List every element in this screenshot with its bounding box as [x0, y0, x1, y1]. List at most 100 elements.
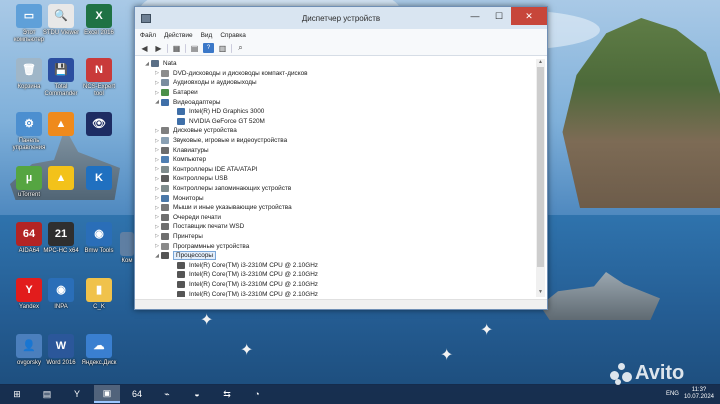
device-item[interactable]: NVIDIA GeForce GT 520M [143, 117, 533, 127]
expand-arrow-icon[interactable]: ▷ [153, 176, 161, 182]
seagull-icon: ✦ [200, 312, 214, 329]
scan-hardware-icon[interactable]: ⌕ [235, 43, 246, 53]
expand-arrow-icon[interactable]: ▷ [153, 147, 161, 153]
bmw-tools-icon: ◉ [86, 222, 112, 246]
expand-arrow-icon[interactable]: ▷ [153, 166, 161, 172]
network-taskbar-icon[interactable]: ⇆ [214, 385, 240, 403]
device-category[interactable]: ▷ Мыши и иные указывающие устройства [143, 203, 533, 213]
device-item[interactable]: Intel(R) Core(TM) i3-2310M CPU @ 2.10GHz [143, 270, 533, 280]
collapse-arrow-icon[interactable]: ◢ [153, 253, 161, 259]
expand-arrow-icon[interactable]: ▷ [153, 214, 161, 220]
device-view-icon[interactable]: ▥ [217, 43, 228, 53]
menu-view[interactable]: Вид [201, 32, 213, 39]
device-category[interactable]: ▷ Мониторы [143, 193, 533, 203]
usb-taskbar-icon[interactable]: ⌁ [154, 385, 180, 403]
vertical-scrollbar[interactable]: ▲ ▼ [536, 59, 545, 297]
back-icon[interactable]: ◀ [139, 43, 150, 53]
device-item[interactable]: Intel(R) Core(TM) i3-2310M CPU @ 2.10GHz [143, 280, 533, 290]
device-category[interactable]: ▷ Клавиатуры [143, 145, 533, 155]
tree-item-label: Intel(R) Core(TM) i3-2310M CPU @ 2.10GHz [189, 261, 319, 269]
clock[interactable]: 11:3? 10.07.2024 [684, 387, 714, 401]
device-category[interactable]: ▷ Компьютер [143, 155, 533, 165]
device-category[interactable]: ▷ DVD-дисководы и дисководы компакт-диско… [143, 69, 533, 79]
device-manager-icon[interactable]: ▣ [94, 385, 120, 403]
desktop-icon[interactable]: X Excel 2016 [76, 4, 122, 37]
expand-arrow-icon[interactable]: ▷ [153, 157, 161, 163]
menu-file[interactable]: Файл [140, 32, 156, 39]
show-hide-tree-icon[interactable]: ▦ [171, 43, 182, 53]
desktop-icon-label: Панель управления [12, 138, 46, 151]
device-category[interactable]: ▷ Звуковые, игровые и видеоустройства [143, 136, 533, 146]
expand-arrow-icon[interactable]: ▷ [153, 186, 161, 192]
collapse-arrow-icon[interactable]: ◢ [143, 61, 151, 67]
computer-icon [161, 156, 169, 164]
ide-controller-icon [161, 165, 169, 173]
desktop-icon[interactable]: 👁 [76, 112, 122, 138]
device-item[interactable]: Intel(R) Core(TM) i3-2310M CPU @ 2.10GHz [143, 260, 533, 270]
aida64-taskbar-icon[interactable]: 64 [124, 385, 150, 403]
horizontal-scrollbar[interactable] [135, 299, 547, 309]
tree-root[interactable]: ◢ Nata [143, 59, 533, 69]
desktop-icon[interactable]: K [76, 166, 122, 192]
vlc-icon: ▲ [48, 112, 74, 136]
device-item[interactable]: Intel(R) Core(TM) i3-2310M CPU @ 2.10GHz [143, 289, 533, 297]
device-category[interactable]: ▷ Поставщик печати WSD [143, 222, 533, 232]
device-category[interactable]: ▷ Программные устройства [143, 241, 533, 251]
desktop-icon[interactable]: ▮ C_K [76, 278, 122, 311]
expand-arrow-icon[interactable]: ▷ [153, 70, 161, 76]
maximize-button[interactable]: ☐ [487, 7, 511, 25]
menu-action[interactable]: Действие [164, 32, 193, 39]
device-item[interactable]: Intel(R) HD Graphics 3000 [143, 107, 533, 117]
scroll-down-icon[interactable]: ▼ [536, 289, 545, 297]
expand-arrow-icon[interactable]: ▷ [153, 205, 161, 211]
scroll-up-icon[interactable]: ▲ [536, 59, 545, 67]
tree-item-label: Батареи [173, 89, 198, 97]
device-category[interactable]: ▷ Принтеры [143, 232, 533, 242]
device-category[interactable]: ▷ Очереди печати [143, 213, 533, 223]
sound-icon [161, 137, 169, 145]
desktop-icon[interactable]: N NCS-Expert tool [76, 58, 122, 98]
yandex-browser-icon[interactable]: Y [64, 385, 90, 403]
collapse-arrow-icon[interactable]: ◢ [153, 99, 161, 105]
expand-arrow-icon[interactable]: ▷ [153, 233, 161, 239]
speaker-taskbar-icon[interactable]: ◔ [244, 385, 270, 403]
menu-help[interactable]: Справка [220, 32, 246, 39]
minimize-button[interactable]: — [463, 7, 487, 25]
disk-taskbar-icon[interactable]: ◒ [184, 385, 210, 403]
desktop-icon[interactable]: ☁ Яндекс.Диск [76, 334, 122, 367]
expand-arrow-icon[interactable]: ▷ [153, 80, 161, 86]
file-explorer-icon[interactable]: ▤ [34, 385, 60, 403]
device-category[interactable]: ◢ Видеоадаптеры [143, 97, 533, 107]
device-category[interactable]: ▷ Аудиовходы и аудиовыходы [143, 78, 533, 88]
forward-icon[interactable]: ▶ [153, 43, 164, 53]
close-button[interactable]: ✕ [511, 7, 547, 25]
device-category[interactable]: ▷ Контроллеры USB [143, 174, 533, 184]
windows-start-icon[interactable]: ⊞ [4, 385, 30, 403]
expand-arrow-icon[interactable]: ▷ [153, 243, 161, 249]
expand-arrow-icon[interactable]: ▷ [153, 128, 161, 134]
expand-arrow-icon[interactable]: ▷ [153, 195, 161, 201]
tree-item-label: Аудиовходы и аудиовыходы [173, 79, 257, 87]
expand-arrow-icon[interactable]: ▷ [153, 90, 161, 96]
device-category[interactable]: ▷ Контроллеры IDE ATA/ATAPI [143, 165, 533, 175]
device-category[interactable]: ▷ Дисковые устройства [143, 126, 533, 136]
tree-item-label: Принтеры [173, 232, 203, 240]
total-commander-icon: 💾 [48, 58, 74, 82]
device-category[interactable]: ▷ Контроллеры запоминающих устройств [143, 184, 533, 194]
expand-arrow-icon[interactable]: ▷ [153, 138, 161, 144]
scrollbar-thumb[interactable] [537, 67, 544, 267]
seagull-icon: ✦ [480, 322, 494, 339]
window-titlebar[interactable]: Диспетчер устройств — ☐ ✕ [135, 7, 547, 29]
dvd-drive-icon [161, 69, 169, 77]
help-icon[interactable]: ? [203, 43, 214, 53]
mpc-hc-icon: 21 [48, 222, 74, 246]
language-indicator[interactable]: ENG [666, 391, 679, 397]
properties-icon[interactable]: ▤ [189, 43, 200, 53]
device-category[interactable]: ◢ Процессоры [143, 251, 533, 261]
seagull-icon: ✦ [440, 347, 454, 364]
expand-arrow-icon[interactable]: ▷ [153, 224, 161, 230]
computer-root-icon [151, 60, 159, 68]
desktop-icon[interactable]: ◉ Bmw Tools [76, 222, 122, 255]
device-category[interactable]: ▷ Батареи [143, 88, 533, 98]
usb-icon [161, 175, 169, 183]
